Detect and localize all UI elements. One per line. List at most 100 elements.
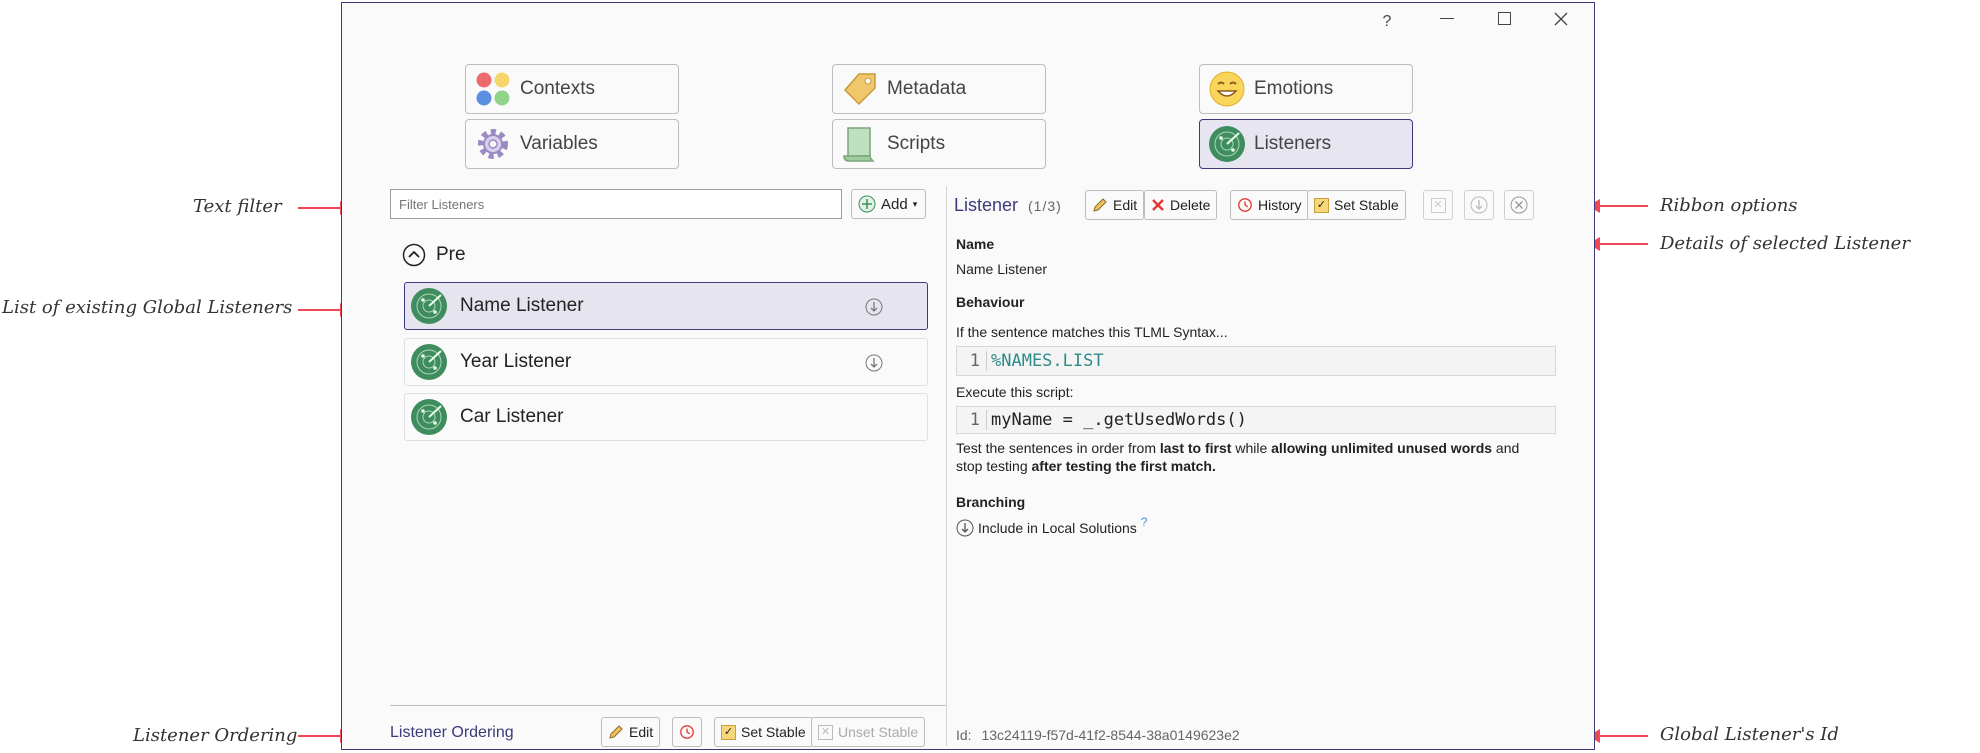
name-label: Name bbox=[956, 236, 995, 252]
branching-text: Include in Local Solutions bbox=[978, 520, 1137, 536]
callout-ribbon-options: Ribbon options bbox=[1660, 195, 1798, 216]
set-stable-button[interactable]: ✓ Set Stable bbox=[1307, 190, 1406, 220]
nav-listeners-label: Listeners bbox=[1254, 133, 1332, 154]
minimize-button[interactable] bbox=[1432, 9, 1462, 19]
add-circle-icon bbox=[858, 195, 876, 213]
history-button[interactable]: History bbox=[1230, 190, 1309, 220]
nav-variables-button[interactable]: Variables bbox=[465, 119, 679, 169]
maximize-button[interactable] bbox=[1489, 9, 1519, 25]
branching-label: Branching bbox=[956, 494, 1026, 510]
check-box-icon: ✓ bbox=[721, 724, 736, 740]
add-button[interactable]: Add ▾ bbox=[851, 189, 926, 219]
history-label: History bbox=[1258, 197, 1302, 213]
delete-button[interactable]: Delete bbox=[1144, 190, 1218, 220]
unset-stable-icon: ✕ bbox=[818, 724, 833, 740]
nav-emotions-button[interactable]: Emotions bbox=[1199, 64, 1413, 114]
nav-metadata-button[interactable]: Metadata bbox=[832, 64, 1046, 114]
id-label: Id: bbox=[956, 727, 972, 743]
group-name: Pre bbox=[436, 244, 466, 265]
check-box-icon: ✓ bbox=[1314, 197, 1329, 213]
line-number: 1 bbox=[957, 351, 987, 371]
nav-emotions-label: Emotions bbox=[1254, 78, 1334, 99]
callout-arrow bbox=[1588, 199, 1648, 213]
gear-icon bbox=[478, 129, 508, 159]
callout-text-filter: Text filter bbox=[193, 196, 282, 217]
list-item-label: Car Listener bbox=[460, 406, 564, 427]
unset-stable-icon: ✕ bbox=[1430, 197, 1446, 213]
edit-button[interactable]: Edit bbox=[1085, 190, 1145, 220]
filter-listeners-input[interactable] bbox=[390, 189, 842, 219]
radar-icon bbox=[1209, 126, 1245, 162]
listener-id: Id: 13c24119-f57d-41f2-8544-38a0149623e2 bbox=[956, 727, 1240, 743]
ordering-unset-stable-button[interactable]: ✕ Unset Stable bbox=[811, 717, 926, 747]
help-button[interactable]: ? bbox=[1372, 13, 1402, 31]
pane-divider bbox=[946, 186, 947, 746]
history-icon bbox=[1238, 198, 1252, 212]
ordering-unset-stable-label: Unset Stable bbox=[838, 724, 919, 740]
nav-contexts-label: Contexts bbox=[520, 78, 595, 99]
unset-stable-button[interactable]: ✕ bbox=[1423, 190, 1453, 220]
pencil-icon bbox=[1093, 198, 1107, 212]
radar-icon bbox=[411, 399, 447, 435]
branch-button[interactable] bbox=[1464, 190, 1494, 220]
behaviour-label: Behaviour bbox=[956, 294, 1025, 310]
callout-details-selected: Details of selected Listener bbox=[1660, 233, 1910, 254]
details-count: (1/3) bbox=[1028, 198, 1062, 214]
ordering-edit-button[interactable]: Edit bbox=[601, 717, 661, 747]
minimize-icon bbox=[1440, 18, 1454, 19]
set-stable-label: Set Stable bbox=[1334, 197, 1399, 213]
matches-text: If the sentence matches this TLML Syntax… bbox=[956, 324, 1228, 340]
tag-icon bbox=[843, 73, 876, 106]
close-button[interactable] bbox=[1546, 9, 1576, 32]
tlml-syntax-editor[interactable]: 1 %NAMES.LIST bbox=[956, 346, 1556, 376]
callout-arrow bbox=[1588, 729, 1648, 743]
cancel-button[interactable] bbox=[1504, 190, 1534, 220]
app-window: ? Contexts Metadata Emotions Variables S… bbox=[341, 2, 1595, 750]
group-header-pre[interactable]: Pre bbox=[402, 243, 466, 267]
branch-icon bbox=[956, 519, 974, 537]
details-title: Listener bbox=[954, 195, 1019, 215]
nav-listeners-button[interactable]: Listeners bbox=[1199, 119, 1413, 169]
delete-icon bbox=[1152, 199, 1164, 211]
help-link[interactable]: ? bbox=[1141, 515, 1148, 529]
execute-text: Execute this script: bbox=[956, 384, 1074, 400]
nav-scripts-label: Scripts bbox=[887, 133, 946, 154]
list-item[interactable]: Car Listener bbox=[404, 393, 928, 441]
callout-global-id: Global Listener's Id bbox=[1660, 724, 1839, 745]
branching-row: Include in Local Solutions ? bbox=[956, 515, 1147, 537]
maximize-icon bbox=[1497, 12, 1511, 25]
callout-list-existing: List of existing Global Listeners bbox=[2, 297, 293, 318]
name-value: Name Listener bbox=[956, 261, 1048, 277]
edit-label: Edit bbox=[1113, 197, 1138, 213]
list-item-label: Year Listener bbox=[460, 351, 572, 372]
callout-arrow bbox=[1588, 237, 1648, 251]
chevron-down-icon: ▾ bbox=[912, 198, 918, 209]
ordering-set-stable-button[interactable]: ✓ Set Stable bbox=[714, 717, 813, 747]
nav-scripts-button[interactable]: Scripts bbox=[832, 119, 1046, 169]
test-text-part: stop testing bbox=[956, 458, 1032, 474]
test-text-stop: after testing the first match. bbox=[1031, 458, 1216, 474]
radar-icon bbox=[411, 344, 447, 380]
script-editor[interactable]: 1 myName = _.getUsedWords() bbox=[956, 406, 1556, 434]
test-text-unused: allowing unlimited unused words bbox=[1271, 440, 1493, 456]
line-number: 1 bbox=[957, 410, 987, 430]
ordering-history-button[interactable] bbox=[672, 717, 702, 747]
contexts-icon bbox=[476, 72, 510, 106]
id-value: 13c24119-f57d-41f2-8544-38a0149623e2 bbox=[981, 727, 1240, 743]
nav-metadata-label: Metadata bbox=[887, 78, 967, 99]
add-button-label: Add bbox=[881, 195, 908, 213]
test-text-part: and bbox=[1492, 440, 1520, 456]
list-item[interactable]: Name Listener bbox=[404, 282, 928, 330]
branch-icon bbox=[1470, 196, 1488, 214]
syntax-code: %NAMES.LIST bbox=[991, 351, 1104, 371]
scroll-icon bbox=[843, 127, 875, 162]
test-description: Test the sentences in order from last to… bbox=[956, 439, 1576, 475]
script-code: myName = _.getUsedWords() bbox=[991, 410, 1247, 430]
ordering-edit-label: Edit bbox=[629, 724, 654, 740]
list-item[interactable]: Year Listener bbox=[404, 338, 928, 386]
branch-icon bbox=[865, 354, 883, 372]
radar-icon bbox=[411, 288, 447, 324]
cancel-icon bbox=[1510, 196, 1528, 214]
nav-contexts-button[interactable]: Contexts bbox=[465, 64, 679, 114]
branch-icon bbox=[865, 298, 883, 316]
